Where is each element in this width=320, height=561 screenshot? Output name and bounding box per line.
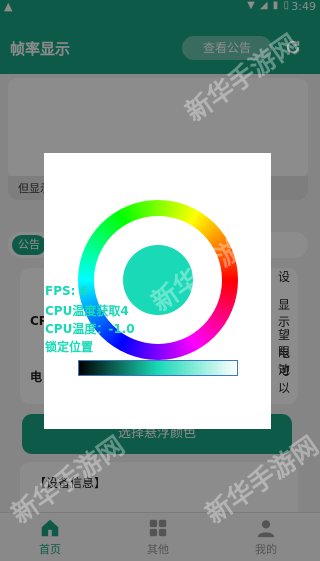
lock-position-label[interactable]: 锁定位置 xyxy=(45,338,93,355)
cpu-temp-readout: CPU温度：-1.0 xyxy=(45,322,135,336)
fps-readout: FPS: 6 xyxy=(45,284,88,298)
brightness-slider[interactable] xyxy=(78,360,238,376)
cpu-temp-read-status: CPU温度获取4 xyxy=(45,304,129,318)
